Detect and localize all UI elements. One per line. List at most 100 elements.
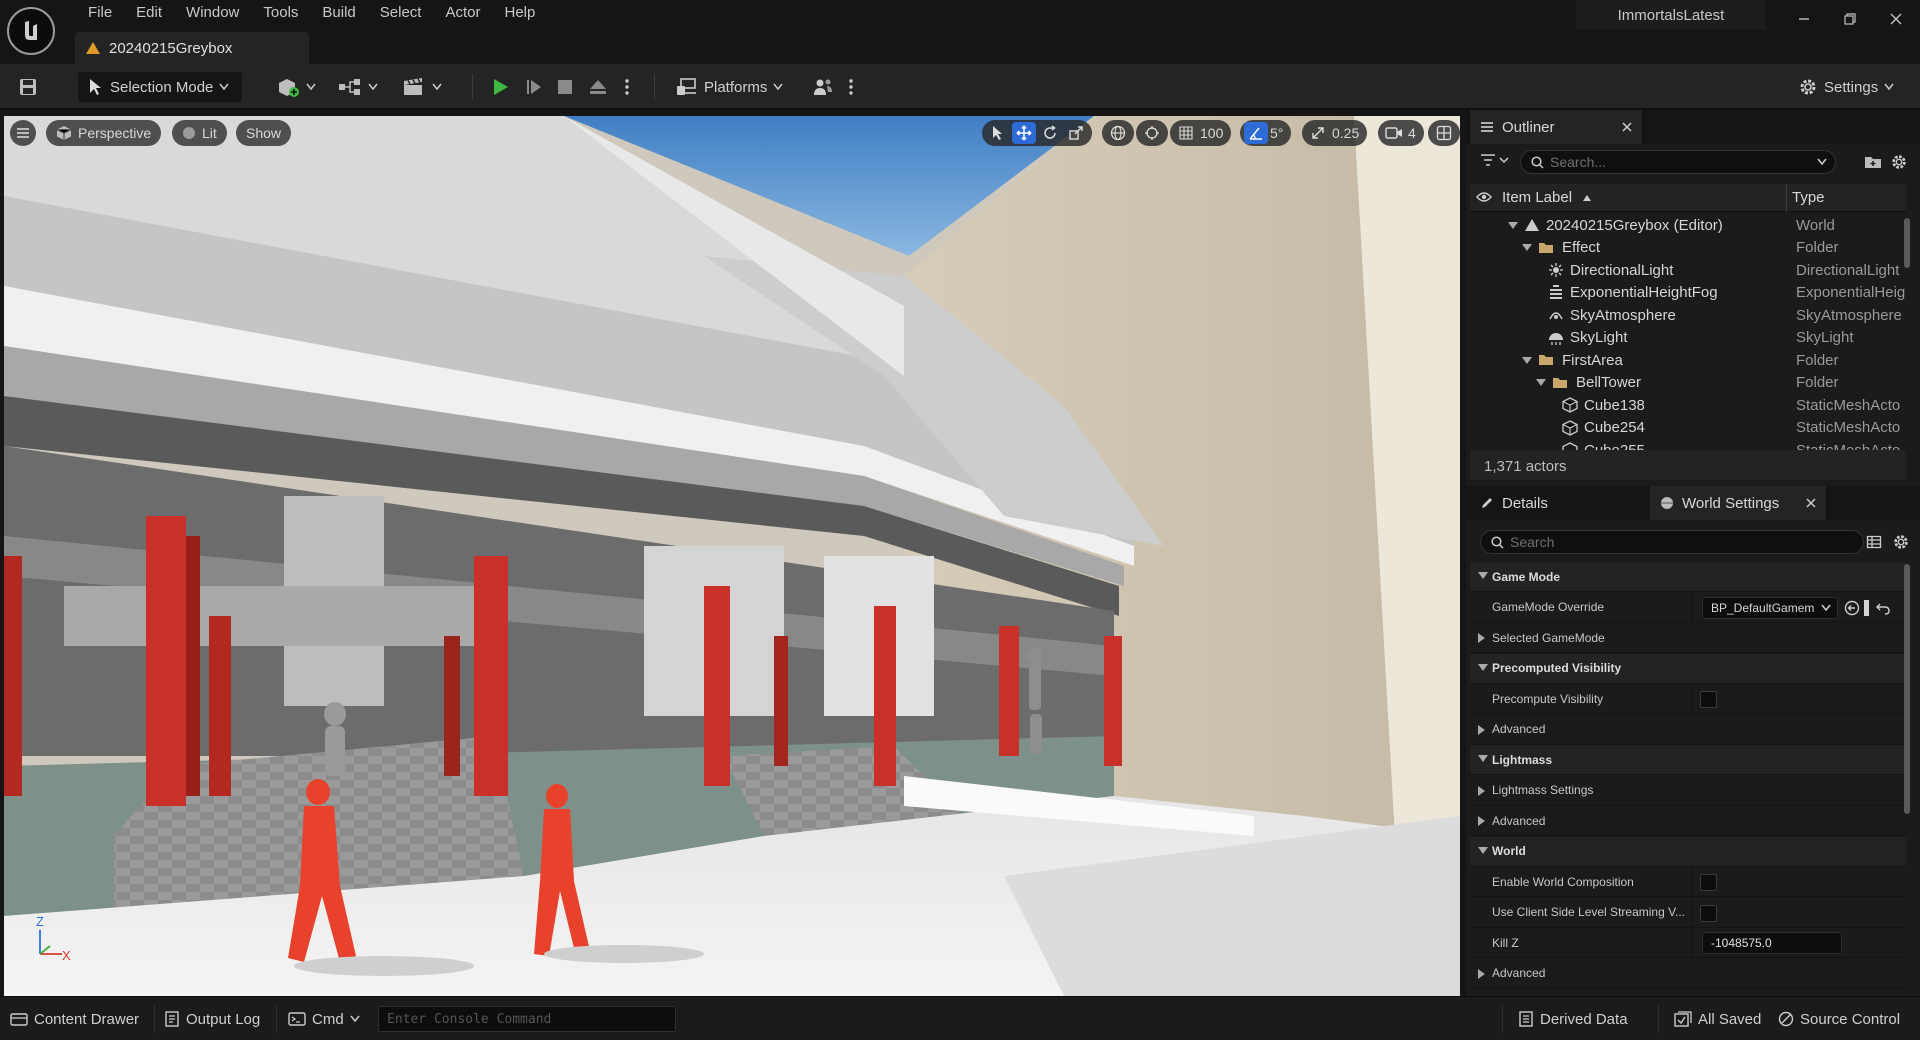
lit-dropdown[interactable]: Lit (172, 120, 227, 146)
selection-mode-dropdown[interactable]: Selection Mode (78, 72, 242, 102)
browse-asset-icon[interactable] (1844, 600, 1860, 616)
close-icon[interactable] (1806, 498, 1816, 508)
eject-button[interactable] (588, 72, 608, 102)
reset-arrow-icon[interactable] (1876, 601, 1890, 615)
expand-arrow-icon[interactable] (1522, 356, 1532, 364)
precompute-visibility-checkbox[interactable] (1700, 691, 1717, 708)
property-advanced[interactable]: Advanced (1470, 806, 1906, 836)
more-options-button[interactable] (848, 72, 854, 102)
world-local-toggle[interactable] (1102, 120, 1134, 146)
rotation-snap-control[interactable]: 5° (1240, 120, 1292, 146)
tree-row-actor[interactable]: SkyAtmosphere SkyAtmosphere (1470, 304, 1906, 326)
save-button[interactable] (18, 72, 38, 102)
details-settings-button[interactable] (1892, 533, 1910, 551)
client-side-level-streaming-checkbox[interactable] (1700, 904, 1717, 922)
menu-tools[interactable]: Tools (251, 2, 310, 24)
surface-snapping-toggle[interactable] (1136, 120, 1168, 146)
filter-button[interactable] (1480, 152, 1510, 168)
edit-blueprint-icon[interactable] (1864, 599, 1869, 616)
scale-snap-control[interactable]: 0.25 (1302, 120, 1368, 146)
outliner-tab[interactable]: Outliner (1470, 110, 1642, 144)
table-view-button[interactable] (1866, 534, 1882, 550)
cinematics-button[interactable] (402, 72, 442, 102)
layout-toggle[interactable] (1428, 120, 1460, 146)
category-game-mode[interactable]: Game Mode (1470, 562, 1906, 592)
expand-arrow-icon[interactable] (1508, 221, 1518, 229)
property-advanced[interactable]: Advanced (1470, 715, 1906, 745)
details-search-input[interactable]: Search (1480, 530, 1864, 554)
property-selected-gamemode[interactable]: Selected GameMode (1470, 623, 1906, 653)
outliner-settings-button[interactable] (1890, 153, 1908, 171)
menu-help[interactable]: Help (493, 2, 548, 24)
source-control-button[interactable]: Source Control (1778, 1007, 1900, 1031)
outliner-search-input[interactable]: Search... (1520, 150, 1836, 174)
property-advanced[interactable]: Advanced (1470, 959, 1906, 989)
level-viewport[interactable]: Perspective Lit Show 100 5° 0.25 4 Z X (4, 116, 1460, 996)
step-button[interactable] (524, 72, 544, 102)
level-document-tab[interactable]: 20240215Greybox (75, 32, 309, 64)
menu-build[interactable]: Build (310, 2, 367, 24)
tree-row-folder[interactable]: BellTower Folder (1470, 372, 1906, 394)
enable-world-composition-checkbox[interactable] (1700, 874, 1717, 891)
new-folder-button[interactable] (1864, 154, 1882, 170)
kill-z-input[interactable]: -1048575.0 (1702, 932, 1842, 954)
item-label-column[interactable]: Item Label (1502, 189, 1572, 206)
minimize-button[interactable] (1784, 4, 1824, 34)
category-precomputed-visibility[interactable]: Precomputed Visibility (1470, 653, 1906, 684)
details-scrollbar[interactable] (1904, 564, 1910, 814)
menu-select[interactable]: Select (368, 2, 434, 24)
all-saved-button[interactable]: All Saved (1674, 1007, 1761, 1031)
world-settings-tab[interactable]: World Settings (1650, 486, 1826, 520)
menu-actor[interactable]: Actor (433, 2, 492, 24)
tree-row-actor[interactable]: ExponentialHeightFog ExponentialHeig (1470, 282, 1906, 304)
derived-data-button[interactable]: Derived Data (1518, 1007, 1628, 1031)
category-world[interactable]: World (1470, 836, 1906, 867)
play-options-button[interactable] (624, 72, 630, 102)
type-column[interactable]: Type (1792, 189, 1825, 206)
translate-tool-icon[interactable] (1012, 122, 1036, 144)
tree-row-folder[interactable]: FirstArea Folder (1470, 349, 1906, 371)
menu-window[interactable]: Window (174, 2, 251, 24)
restore-button[interactable] (1830, 4, 1870, 34)
visibility-column-icon[interactable] (1476, 191, 1492, 203)
multi-user-button[interactable] (812, 72, 834, 102)
perspective-dropdown[interactable]: Perspective (46, 120, 162, 146)
platforms-dropdown[interactable]: Platforms (676, 72, 783, 102)
close-icon[interactable] (1622, 122, 1632, 132)
console-command-input[interactable]: Enter Console Command (378, 1006, 676, 1032)
collapse-arrow-icon (1478, 755, 1488, 762)
show-dropdown[interactable]: Show (236, 120, 292, 146)
camera-speed-control[interactable]: 4 (1378, 120, 1424, 146)
tree-row-world[interactable]: 20240215Greybox (Editor) World (1470, 214, 1906, 236)
close-window-button[interactable] (1876, 4, 1916, 34)
settings-dropdown[interactable]: Settings (1798, 72, 1894, 102)
expand-arrow-icon[interactable] (1536, 379, 1546, 386)
viewport-menu-button[interactable] (10, 120, 36, 146)
tree-row-actor[interactable]: SkyLight SkyLight (1470, 327, 1906, 349)
grid-snap-control[interactable]: 100 (1170, 120, 1232, 146)
property-lightmass-settings[interactable]: Lightmass Settings (1470, 776, 1906, 806)
rotate-tool-icon[interactable] (1038, 122, 1062, 144)
category-lightmass[interactable]: Lightmass (1470, 745, 1906, 775)
gamemode-override-dropdown[interactable]: BP_DefaultGamem (1702, 596, 1838, 619)
tree-row-actor[interactable]: Cube255 StaticMeshActo (1470, 439, 1906, 450)
cmd-dropdown[interactable]: Cmd (288, 1007, 360, 1031)
tree-row-folder[interactable]: Effect Folder (1470, 237, 1906, 259)
tree-row-actor[interactable]: Cube254 StaticMeshActo (1470, 417, 1906, 439)
stop-button[interactable] (556, 72, 574, 102)
expand-arrow-icon[interactable] (1522, 244, 1532, 251)
select-tool-icon[interactable] (986, 122, 1010, 144)
outliner-scrollbar[interactable] (1904, 218, 1910, 268)
content-drawer-button[interactable]: Content Drawer (10, 1007, 139, 1031)
tree-row-actor[interactable]: DirectionalLight DirectionalLight (1470, 259, 1906, 281)
menu-file[interactable]: File (76, 2, 124, 24)
details-tab[interactable]: Details (1470, 486, 1650, 520)
output-log-button[interactable]: Output Log (164, 1007, 260, 1031)
unreal-logo-icon[interactable] (7, 7, 55, 55)
play-button[interactable] (490, 72, 510, 102)
add-actor-button[interactable] (276, 72, 316, 102)
menu-edit[interactable]: Edit (124, 2, 174, 24)
tree-row-actor[interactable]: Cube138 StaticMeshActo (1470, 394, 1906, 416)
blueprints-button[interactable] (338, 72, 378, 102)
scale-tool-icon[interactable] (1064, 122, 1088, 144)
